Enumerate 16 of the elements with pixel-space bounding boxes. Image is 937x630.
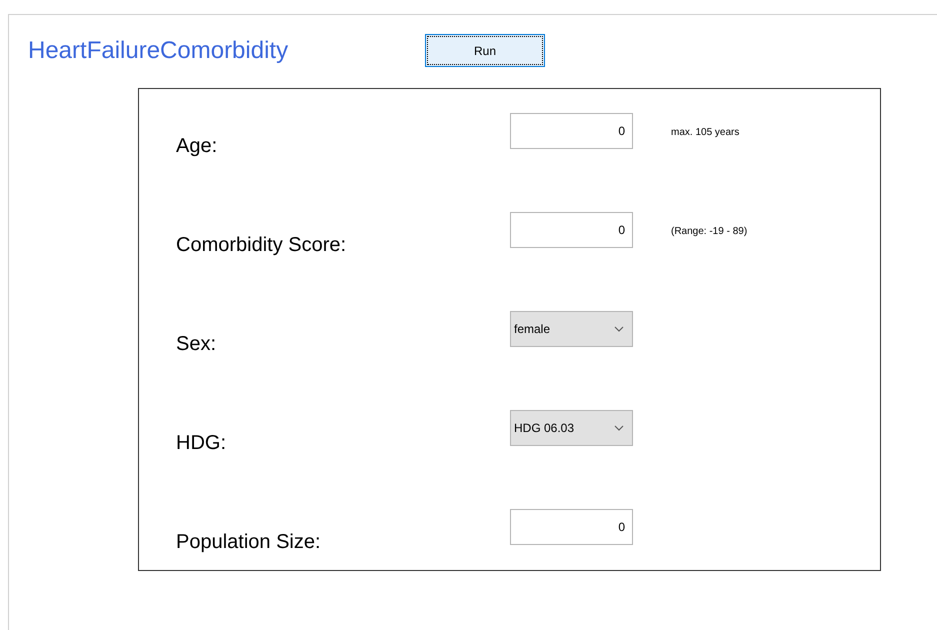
hint-text: (Range: -19 - 89) xyxy=(671,226,748,237)
hint-text: max. 105 years xyxy=(671,127,740,138)
run-button[interactable]: Run xyxy=(425,34,545,67)
field-label: Comorbidity Score: xyxy=(176,234,346,257)
chevron-down-icon xyxy=(614,326,624,332)
field-label: Age: xyxy=(176,135,218,158)
dropdown[interactable]: female xyxy=(510,311,633,347)
field-label: Population Size: xyxy=(176,531,321,554)
app-title: HeartFailureComorbidity xyxy=(28,36,290,64)
chevron-down-icon xyxy=(614,425,624,431)
field-label: HDG: xyxy=(176,432,226,455)
number-field[interactable]: 0 xyxy=(510,212,633,248)
number-field[interactable]: 0 xyxy=(510,509,633,545)
number-field[interactable]: 0 xyxy=(510,113,633,149)
dropdown[interactable]: HDG 06.03 xyxy=(510,410,633,446)
field-label: Sex: xyxy=(176,333,216,356)
